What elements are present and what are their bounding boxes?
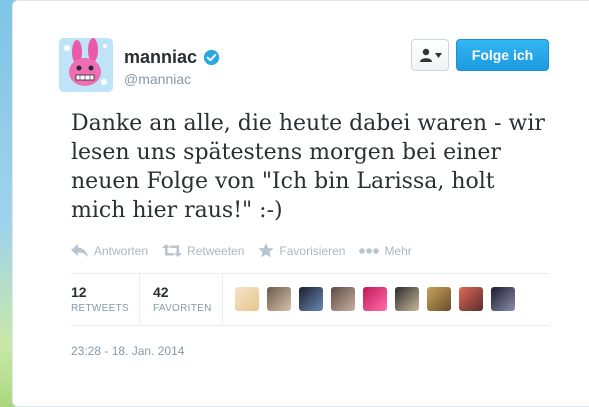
favoriter-avatar[interactable] (235, 287, 259, 311)
favorite-label: Favorisieren (279, 243, 346, 258)
tweet-timestamp[interactable]: 23:28 - 18. Jan. 2014 (71, 344, 184, 358)
more-action[interactable]: Mehr (359, 243, 412, 258)
favoriters-list (235, 287, 515, 311)
favoriter-avatar[interactable] (459, 287, 483, 311)
bunny-avatar-icon (59, 38, 113, 92)
user-actions-button[interactable] (411, 39, 449, 71)
reply-label: Antworten (94, 243, 149, 258)
favorites-count: 42 (153, 284, 169, 300)
favorites-stat[interactable]: 42 FAVORITEN (153, 284, 212, 314)
stat-divider-1 (139, 274, 140, 324)
favoriter-avatar[interactable] (363, 287, 387, 311)
favoriter-avatar[interactable] (491, 287, 515, 311)
retweets-stat[interactable]: 12 RETWEETS (71, 284, 129, 314)
user-handle[interactable]: @manniac (124, 71, 191, 87)
reply-action[interactable]: Antworten (71, 243, 148, 258)
favoriter-avatar[interactable] (267, 287, 291, 311)
chevron-down-icon (434, 52, 442, 58)
tweet-actions: Antworten Retweeten Favorisieren Mehr (71, 243, 412, 258)
favoriter-avatar[interactable] (331, 287, 355, 311)
star-icon (258, 243, 275, 258)
name-row: manniac (124, 47, 220, 68)
favorites-label: FAVORITEN (153, 303, 212, 314)
verified-badge-icon (203, 49, 220, 66)
follow-button[interactable]: Folge ich (456, 39, 549, 71)
favoriter-avatar[interactable] (299, 287, 323, 311)
tweet-card: manniac @manniac Folge ich Danke an alle… (12, 0, 589, 407)
user-icon (419, 48, 432, 62)
stat-divider-2 (222, 274, 223, 324)
more-label: Mehr (384, 243, 412, 258)
avatar[interactable] (59, 38, 113, 92)
retweets-label: RETWEETS (71, 303, 129, 314)
display-name[interactable]: manniac (124, 47, 197, 68)
retweet-action[interactable]: Retweeten (162, 243, 244, 258)
reply-icon (71, 244, 88, 257)
retweets-count: 12 (71, 284, 87, 300)
retweet-label: Retweeten (187, 243, 245, 258)
divider-top (71, 273, 549, 274)
more-icon (359, 247, 380, 254)
retweet-icon (162, 244, 183, 257)
favoriter-avatar[interactable] (427, 287, 451, 311)
divider-bottom (71, 325, 549, 326)
favorite-action[interactable]: Favorisieren (258, 243, 345, 258)
tweet-text: Danke an alle, die heute dabei waren - w… (71, 111, 545, 223)
favoriter-avatar[interactable] (395, 287, 419, 311)
